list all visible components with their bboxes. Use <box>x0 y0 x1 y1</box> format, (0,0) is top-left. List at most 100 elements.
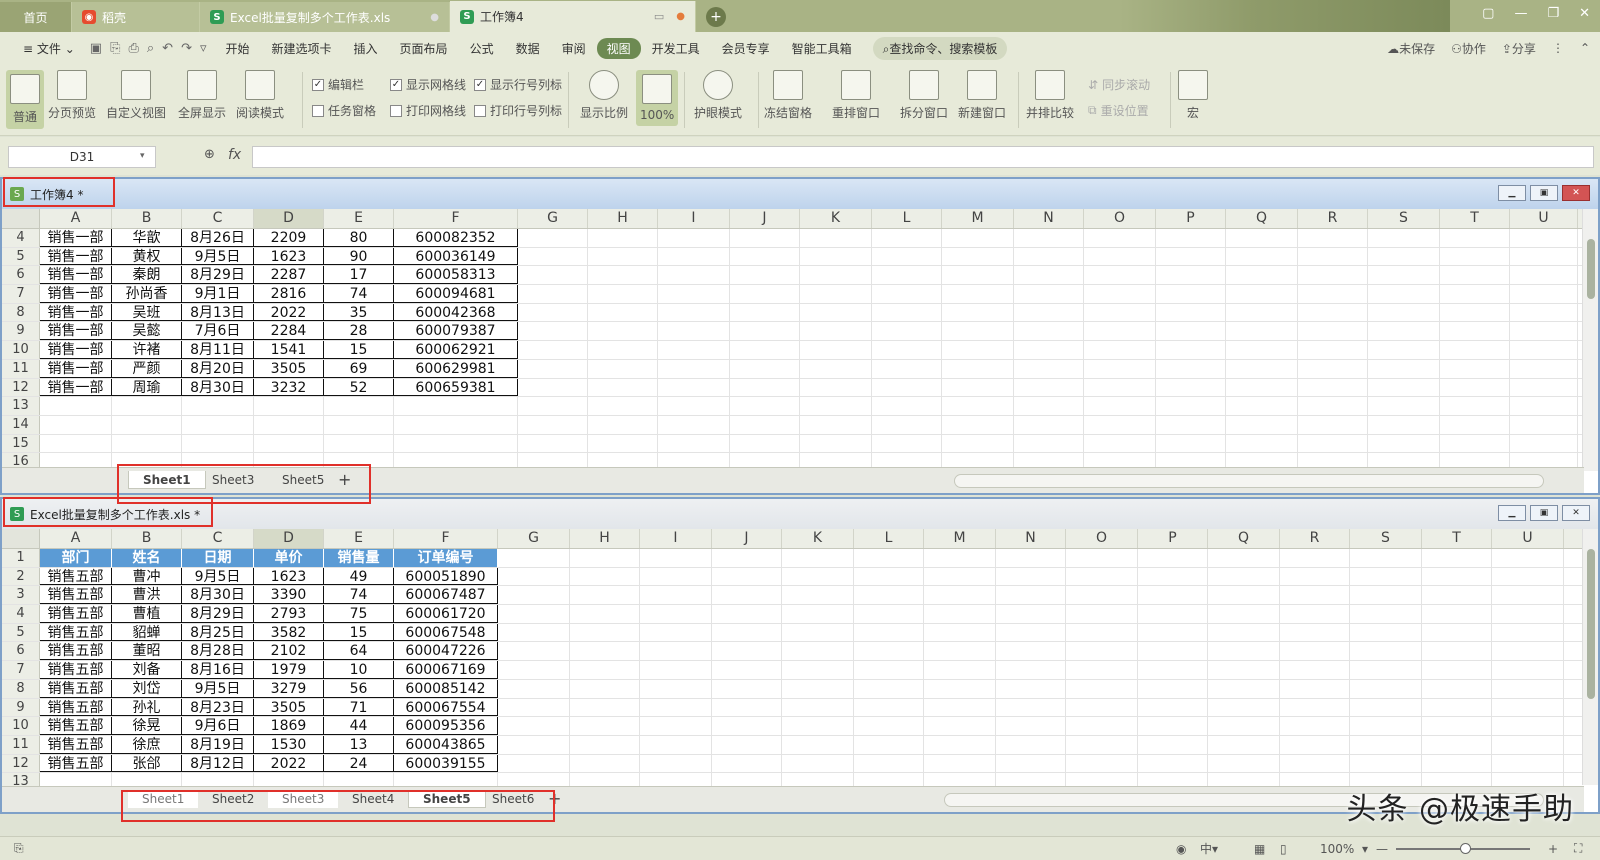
cell[interactable] <box>1156 285 1226 303</box>
cell[interactable] <box>658 266 730 285</box>
cell[interactable] <box>712 661 782 679</box>
cell[interactable]: 2209 <box>254 229 324 247</box>
workbook4-titlebar[interactable]: S 工作簿4 * ▁ ▣ ✕ <box>2 179 1598 209</box>
cell[interactable] <box>854 567 924 586</box>
scroll-thumb[interactable] <box>1587 239 1595 299</box>
cell[interactable] <box>712 623 782 642</box>
cell[interactable] <box>1298 229 1368 247</box>
row-header[interactable]: 12 <box>2 378 40 397</box>
cell[interactable] <box>854 754 924 773</box>
column-header-t[interactable]: T <box>1440 209 1510 228</box>
cell[interactable] <box>518 415 588 434</box>
cell[interactable]: 600061720 <box>394 605 498 623</box>
cell[interactable] <box>1226 322 1298 341</box>
cell[interactable] <box>1014 247 1084 266</box>
cell[interactable] <box>1510 341 1578 359</box>
cell[interactable] <box>588 229 658 247</box>
horizontal-scrollbar[interactable] <box>954 474 1544 488</box>
cell[interactable] <box>1138 642 1208 661</box>
cell[interactable]: 刘岱 <box>112 679 182 698</box>
tab-workbook4[interactable]: S 工作簿4 ▭ ● <box>450 1 696 32</box>
cell[interactable] <box>1492 698 1564 717</box>
cell[interactable] <box>112 415 182 434</box>
cell[interactable] <box>730 266 800 285</box>
cell[interactable]: 74 <box>324 586 394 605</box>
cell[interactable] <box>1350 698 1422 717</box>
cell[interactable]: 9月6日 <box>182 717 254 735</box>
column-header-p[interactable]: P <box>1156 209 1226 228</box>
cell[interactable] <box>1350 735 1422 754</box>
cell[interactable] <box>854 642 924 661</box>
row-header[interactable]: 1 <box>2 549 40 567</box>
cell[interactable] <box>924 698 996 717</box>
sheet-tab-sheet3[interactable]: Sheet3 <box>198 471 268 489</box>
column-header-i[interactable]: I <box>658 209 730 228</box>
cell[interactable] <box>996 717 1066 735</box>
cell[interactable] <box>1440 322 1510 341</box>
cell[interactable] <box>1138 661 1208 679</box>
cell[interactable] <box>1014 266 1084 285</box>
cell[interactable] <box>498 567 570 586</box>
cell[interactable]: 徐庶 <box>112 735 182 754</box>
cell[interactable] <box>872 266 942 285</box>
column-header-m[interactable]: M <box>942 209 1014 228</box>
zoom-100-button[interactable]: 100% <box>636 70 679 126</box>
cell[interactable]: 13 <box>324 735 394 754</box>
vertical-scrollbar[interactable] <box>1582 209 1598 471</box>
minimize-icon[interactable]: ▁ <box>1498 505 1526 521</box>
cell[interactable] <box>1298 397 1368 415</box>
cell[interactable] <box>872 303 942 322</box>
cell[interactable] <box>1422 642 1492 661</box>
cell[interactable] <box>1156 322 1226 341</box>
tab-excel-file[interactable]: S Excel批量复制多个工作表.xls ● <box>200 2 450 32</box>
cell[interactable] <box>1208 754 1280 773</box>
cell[interactable] <box>498 735 570 754</box>
cell[interactable]: 600629981 <box>394 359 518 378</box>
cell[interactable] <box>1280 623 1350 642</box>
cell[interactable] <box>394 397 518 415</box>
cell[interactable] <box>1492 586 1564 605</box>
cell[interactable] <box>1084 229 1156 247</box>
cell[interactable]: 3390 <box>254 586 324 605</box>
cell[interactable] <box>1156 434 1226 453</box>
cell[interactable] <box>1156 229 1226 247</box>
column-header-s[interactable]: S <box>1368 209 1440 228</box>
excel-file-titlebar[interactable]: S Excel批量复制多个工作表.xls * ▁ ▣ ✕ <box>2 499 1598 529</box>
cell[interactable] <box>658 359 730 378</box>
cell[interactable] <box>996 735 1066 754</box>
new-tab-button[interactable]: + <box>706 7 726 27</box>
cell[interactable] <box>1350 567 1422 586</box>
cell[interactable]: 9月5日 <box>182 247 254 266</box>
cell[interactable] <box>924 549 996 567</box>
cell[interactable] <box>112 397 182 415</box>
cell[interactable] <box>1440 359 1510 378</box>
cell[interactable] <box>1510 434 1578 453</box>
column-header-e[interactable]: E <box>324 209 394 228</box>
cell[interactable] <box>640 735 712 754</box>
cell[interactable] <box>854 735 924 754</box>
cell[interactable] <box>1510 266 1578 285</box>
cell[interactable] <box>1208 698 1280 717</box>
menu-new-tab[interactable]: 新建选项卡 <box>261 40 343 57</box>
sheet-tab-sheet5[interactable]: Sheet5 <box>268 471 338 489</box>
cell[interactable] <box>588 247 658 266</box>
cell[interactable]: 徐晃 <box>112 717 182 735</box>
cell[interactable] <box>854 623 924 642</box>
column-header-l[interactable]: L <box>854 529 924 548</box>
cell[interactable] <box>1368 434 1440 453</box>
cell[interactable]: 董昭 <box>112 642 182 661</box>
cell[interactable] <box>996 567 1066 586</box>
cell[interactable] <box>1492 605 1564 623</box>
cell[interactable]: 69 <box>324 359 394 378</box>
cell[interactable]: 销售一部 <box>40 378 112 397</box>
cell[interactable] <box>518 341 588 359</box>
cell[interactable] <box>942 378 1014 397</box>
row-header[interactable]: 10 <box>2 341 40 359</box>
column-header-f[interactable]: F <box>394 529 498 548</box>
column-header-u[interactable]: U <box>1492 529 1564 548</box>
cell[interactable] <box>518 397 588 415</box>
zoom-out-icon[interactable]: — <box>1376 842 1388 856</box>
file-menu[interactable]: ≡ 文件 ⌄ <box>12 40 86 57</box>
cell[interactable] <box>924 735 996 754</box>
cell[interactable] <box>570 642 640 661</box>
